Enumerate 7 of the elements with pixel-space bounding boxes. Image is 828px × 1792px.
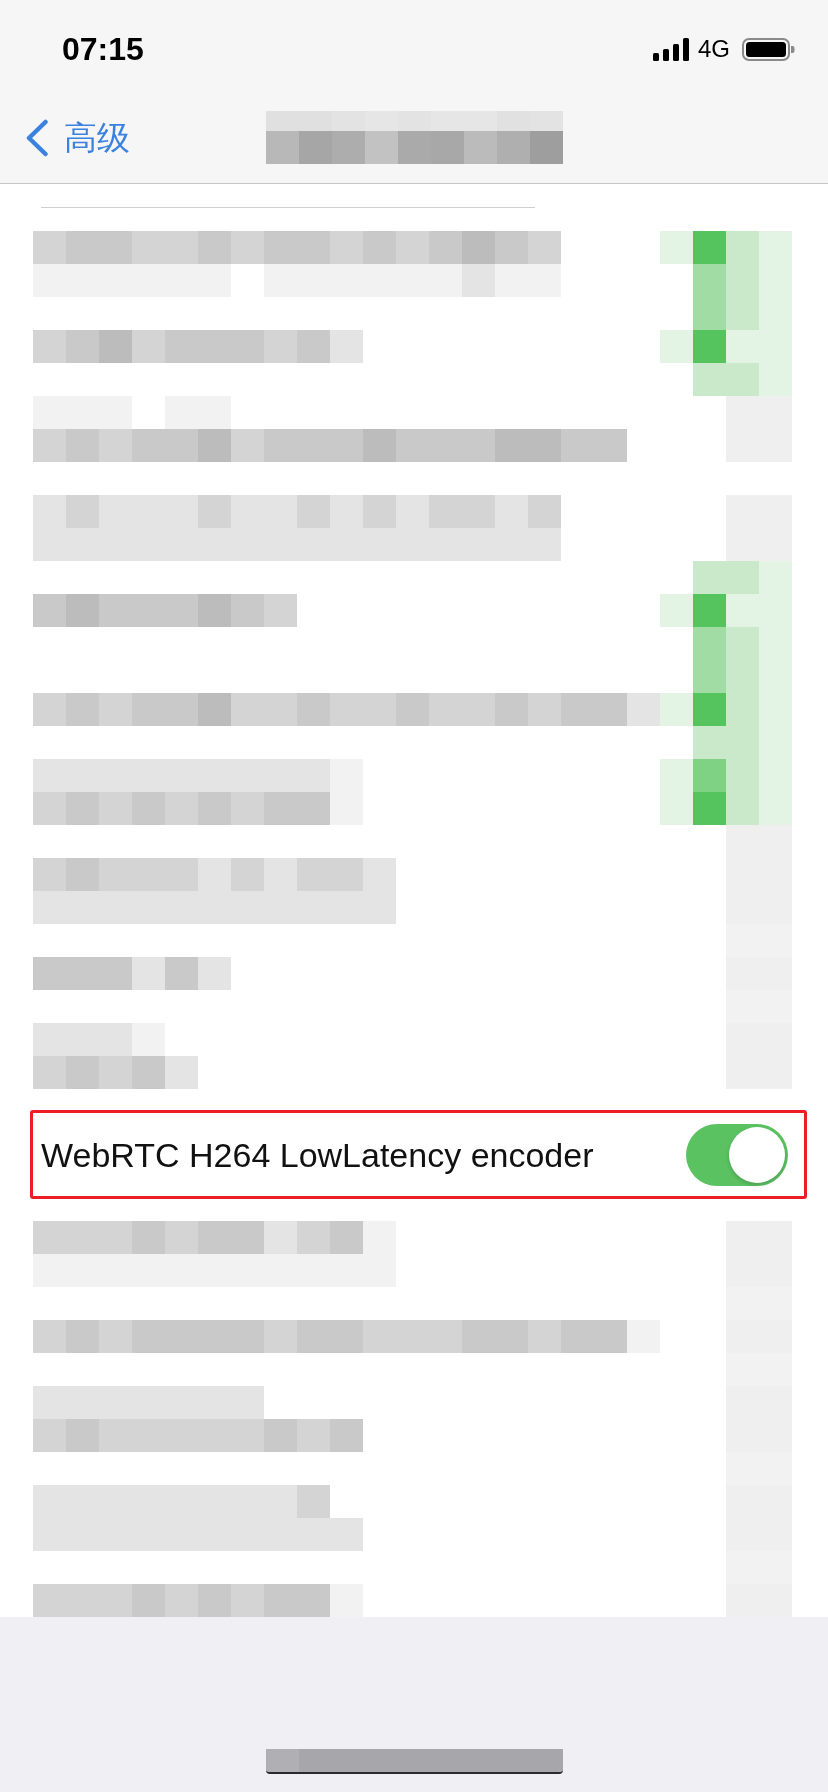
setting-label: WebRTC H264 LowLatency encoder: [41, 1137, 594, 1172]
network-label: 4G: [698, 37, 730, 61]
chevron-left-icon: [25, 118, 49, 157]
back-button[interactable]: 高级: [25, 118, 130, 157]
signal-icon: [653, 37, 689, 61]
status-time: 07:15: [62, 33, 144, 65]
battery-icon: [742, 37, 795, 61]
